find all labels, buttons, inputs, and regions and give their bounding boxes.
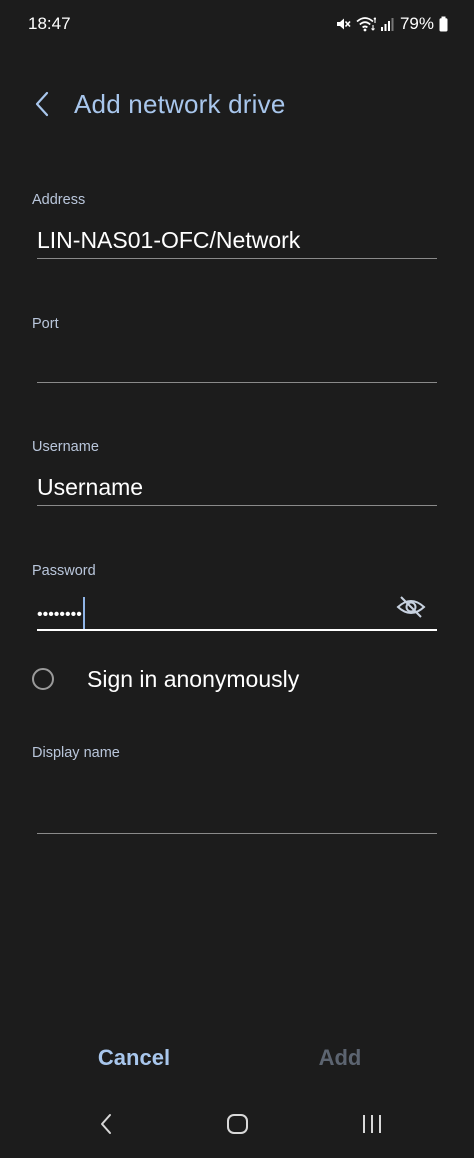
display-name-label: Display name bbox=[32, 745, 120, 761]
wifi-icon bbox=[356, 16, 376, 32]
back-button[interactable] bbox=[22, 86, 62, 126]
port-underline bbox=[37, 382, 437, 383]
display-name-input[interactable] bbox=[37, 785, 437, 825]
address-label: Address bbox=[32, 192, 86, 208]
add-button[interactable]: Add bbox=[290, 1036, 390, 1080]
status-bar: 18:47 79% bbox=[0, 0, 474, 50]
sign-in-anonymously-option[interactable]: Sign in anonymously bbox=[32, 662, 437, 696]
port-input[interactable] bbox=[37, 344, 437, 384]
signal-icon bbox=[380, 16, 395, 32]
chevron-left-icon bbox=[34, 91, 50, 122]
display-name-underline bbox=[37, 833, 437, 834]
anonymous-radio[interactable] bbox=[32, 668, 54, 690]
username-input[interactable]: Username bbox=[37, 467, 437, 507]
cancel-button[interactable]: Cancel bbox=[80, 1036, 188, 1080]
page-title: Add network drive bbox=[74, 89, 286, 119]
password-underline bbox=[37, 629, 437, 631]
header: Add network drive bbox=[0, 80, 474, 132]
status-time: 18:47 bbox=[28, 14, 71, 33]
password-masked-value: •••••••• bbox=[37, 606, 82, 623]
address-input[interactable]: LIN-NAS01-OFC/Network bbox=[37, 220, 437, 260]
address-underline bbox=[37, 258, 437, 259]
nav-recents-button[interactable] bbox=[350, 1106, 394, 1146]
password-input[interactable]: •••••••• bbox=[37, 591, 437, 631]
text-caret bbox=[82, 596, 85, 629]
nav-home-icon bbox=[226, 1113, 250, 1140]
nav-recents-icon bbox=[360, 1113, 384, 1140]
navigation-bar bbox=[0, 1100, 474, 1152]
anonymous-label: Sign in anonymously bbox=[87, 665, 300, 692]
mute-icon bbox=[335, 16, 351, 32]
battery-percentage: 79% bbox=[399, 14, 434, 33]
toggle-password-visibility-button[interactable] bbox=[394, 593, 428, 625]
username-underline bbox=[37, 505, 437, 506]
battery-icon bbox=[439, 16, 448, 32]
nav-home-button[interactable] bbox=[216, 1106, 260, 1146]
nav-back-icon bbox=[99, 1113, 113, 1140]
password-label: Password bbox=[32, 563, 96, 579]
username-label: Username bbox=[32, 439, 99, 455]
port-label: Port bbox=[32, 316, 59, 332]
status-icons: 79% bbox=[335, 13, 448, 35]
eye-off-icon bbox=[396, 594, 426, 625]
dialog-actions: Cancel Add bbox=[0, 1036, 474, 1080]
nav-back-button[interactable] bbox=[84, 1106, 128, 1146]
